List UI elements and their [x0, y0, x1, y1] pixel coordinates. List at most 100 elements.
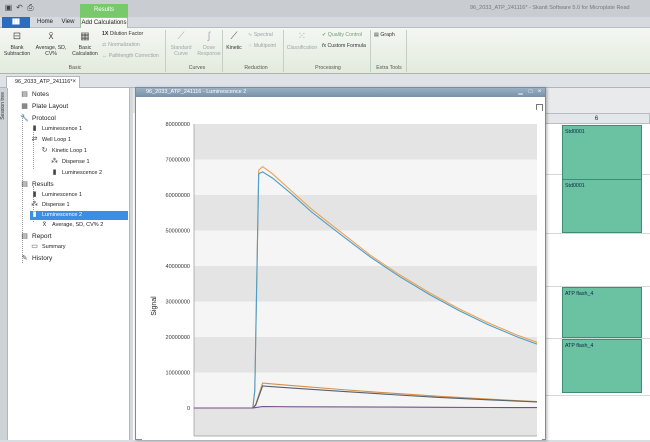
tree-item-protocol-luminescence-2[interactable]: ▮ Luminescence 2: [50, 169, 103, 178]
kinetic-button[interactable]: ⟋ Kinetic: [224, 31, 244, 51]
dispense-icon: ⁂: [51, 158, 58, 165]
minimize-icon[interactable]: ▁: [516, 89, 525, 96]
grid-band: [194, 230, 537, 266]
quality-control-button[interactable]: ✔ Quality Control: [322, 32, 362, 38]
y-tick-label: 20000000: [166, 335, 190, 341]
file-menu-button[interactable]: ▐█▌: [2, 17, 30, 28]
plate-well[interactable]: Std0001: [562, 125, 642, 182]
chart-window-title: 96_2033_ATP_241116 - Luminescence 2: [146, 89, 247, 95]
kinetic-loop-icon: ↻: [41, 147, 48, 154]
tree-item-protocol-luminescence-1[interactable]: ▮ Luminescence 1: [30, 125, 83, 134]
luminescence-icon: ▮: [52, 169, 57, 176]
session-tree-strip-label: Session tree: [0, 92, 6, 120]
dose-response-button[interactable]: ∫ Dose Response: [196, 31, 222, 57]
plate-well[interactable]: Std0001: [562, 179, 642, 233]
basic-calculation-label: Basic Calculation: [72, 45, 98, 57]
history-icon: ✎: [21, 255, 28, 262]
tree-item-results[interactable]: ▤ Results: [20, 180, 54, 189]
tree-item-dispense-1[interactable]: ⁂ Dispense 1: [50, 158, 90, 167]
basic-calculation-button[interactable]: ▦ Basic Calculation: [70, 31, 100, 57]
normalization-label: Normalization: [108, 42, 140, 48]
well-loop-icon: ⇄: [31, 136, 38, 143]
pathlength-correction-label: Pathlength Correction: [108, 53, 159, 59]
pathlength-correction-button[interactable]: ↔ Pathlength Correction: [102, 53, 159, 59]
grid-band: [194, 159, 537, 195]
group-label-curves: Curves: [188, 65, 206, 71]
tree-item-summary[interactable]: ▭ Summary: [30, 243, 65, 252]
group-separator: [283, 30, 284, 72]
grid-band: [194, 301, 537, 337]
tree-item-average-sd-cv[interactable]: x̄ Average, SD, CV% 2: [40, 221, 104, 230]
kinetic-label: Kinetic: [226, 45, 242, 51]
dilution-factor-button[interactable]: 1X Dilution Factor: [102, 31, 143, 37]
y-tick-label: 50000000: [166, 229, 190, 235]
y-tick-label: 0: [187, 406, 190, 412]
standard-curve-button[interactable]: ⟋ Standard Curve: [168, 31, 194, 57]
luminescence-icon: ▮: [32, 125, 37, 132]
multipoint-button[interactable]: ⁘ Multipoint: [248, 43, 276, 49]
custom-formula-button[interactable]: fx Custom Formula: [322, 43, 366, 49]
tab-add-calculations[interactable]: Add Calculations: [80, 17, 128, 28]
tree-item-well-loop[interactable]: ⇄ Well Loop 1: [30, 136, 71, 145]
wrench-icon: 🔧: [20, 115, 29, 122]
normalization-button[interactable]: ⚖ Normalization: [102, 42, 140, 48]
standard-curve-label: Standard Curve: [170, 45, 192, 57]
grid-line: [543, 395, 650, 396]
grid-line: [543, 233, 650, 234]
tree-item-results-luminescence-2[interactable]: ▮ Luminescence 2: [30, 211, 128, 220]
print-icon[interactable]: ⎙: [26, 3, 35, 12]
document-tab[interactable]: 96_2033_ATP_241116* ×: [6, 76, 80, 88]
undo-icon[interactable]: ↶: [15, 3, 24, 12]
spectral-button[interactable]: ∿ Spectral: [248, 32, 273, 38]
tree-item-label: Well Loop 1: [42, 137, 71, 143]
average-icon: x̄: [48, 31, 54, 42]
average-sd-cv-button[interactable]: x̄ Average, SD, CV%: [33, 31, 69, 57]
tree-item-label: Luminescence 2: [42, 212, 83, 218]
tree-item-notes[interactable]: ▤ Notes: [20, 90, 49, 99]
tree-item-protocol[interactable]: 🔧 Protocol: [20, 114, 56, 123]
classification-button[interactable]: ⁙ Classification: [285, 31, 319, 51]
session-tree: ▤ Notes ▦ Plate Layout 🔧 Protocol ▮ Luminesc…: [8, 88, 130, 440]
tree-item-label: Report: [32, 233, 52, 240]
graph-button[interactable]: ▤ Graph: [374, 32, 395, 38]
luminescence-icon: ▮: [32, 191, 37, 198]
tab-view[interactable]: View: [58, 17, 78, 28]
blank-subtraction-button[interactable]: ⊟ Blank Subtraction: [2, 31, 32, 57]
plate-well[interactable]: ATP flash_4: [562, 339, 642, 393]
grid-band: [194, 372, 537, 408]
plate-well[interactable]: ATP flash_4: [562, 287, 642, 338]
plate-column-header[interactable]: 6: [543, 113, 650, 124]
plate-layout-icon: ▦: [21, 103, 28, 110]
average-icon: x̄: [42, 221, 47, 228]
tree-item-results-luminescence-1[interactable]: ▮ Luminescence 1: [30, 191, 83, 200]
group-separator: [165, 30, 166, 72]
grid-band: [194, 266, 537, 302]
tree-item-history[interactable]: ✎ History: [20, 254, 53, 263]
blank-subtraction-icon: ⊟: [12, 31, 22, 42]
tab-home[interactable]: Home: [34, 17, 56, 28]
close-icon[interactable]: ×: [535, 89, 544, 96]
well-label: ATP flash_4: [565, 291, 594, 297]
session-tree-strip[interactable]: Session tree: [0, 88, 8, 440]
chart-window[interactable]: 96_2033_ATP_241116 - Luminescence 2 ▁ □ …: [135, 87, 546, 442]
dose-response-label: Dose Response: [197, 45, 221, 57]
close-icon[interactable]: ×: [72, 77, 76, 88]
app-title: 96_2033_ATP_241116* - Skanit Software 5.…: [470, 5, 630, 11]
group-separator: [370, 30, 371, 72]
chart-window-title-bar[interactable]: 96_2033_ATP_241116 - Luminescence 2 ▁ □ …: [136, 88, 545, 97]
classification-label: Classification: [286, 45, 318, 51]
y-tick-label: 10000000: [166, 371, 190, 377]
tree-item-report[interactable]: ▤ Report: [20, 232, 52, 241]
tree-item-plate-layout[interactable]: ▦ Plate Layout: [20, 102, 68, 111]
maximize-icon[interactable]: □: [526, 89, 535, 96]
y-tick-label: 60000000: [166, 193, 190, 199]
group-separator: [406, 30, 407, 72]
group-label-extra-tools: Extra Tools: [376, 65, 402, 71]
average-sd-cv-label: Average, SD, CV%: [35, 45, 67, 57]
tree-item-kinetic-loop[interactable]: ↻ Kinetic Loop 1: [40, 147, 87, 156]
group-separator: [222, 30, 223, 72]
calculator-icon: ▦: [80, 31, 90, 42]
well-label: ATP flash_4: [565, 343, 594, 349]
tree-item-results-dispense-1[interactable]: ⁂ Dispense 1: [30, 201, 70, 210]
save-icon[interactable]: ▣: [4, 3, 13, 12]
